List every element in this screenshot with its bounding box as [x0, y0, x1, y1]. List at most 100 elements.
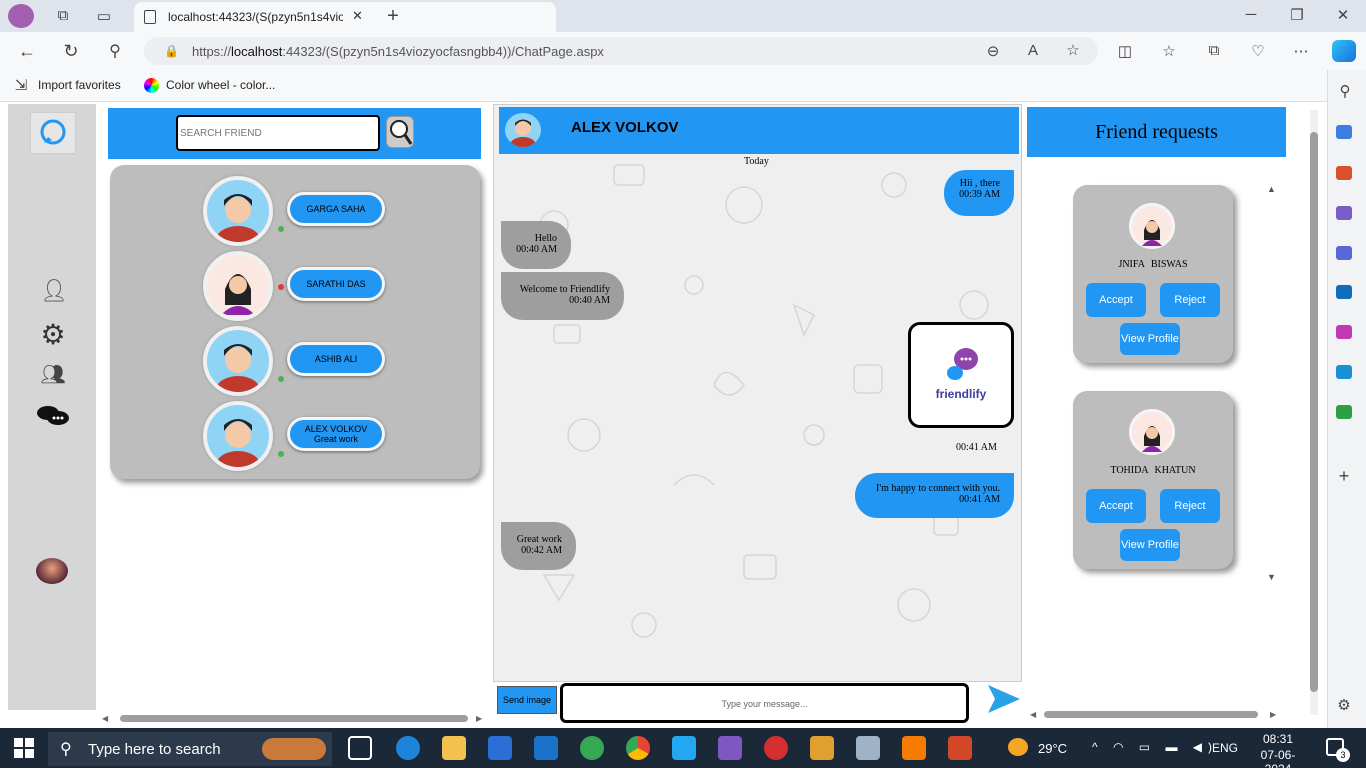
xampp-icon[interactable] [902, 736, 926, 760]
visual-studio-icon[interactable] [718, 736, 742, 760]
recorder-icon[interactable] [764, 736, 788, 760]
friend-name: ALEX VOLKOV [304, 424, 368, 434]
shopping-icon[interactable] [1336, 125, 1352, 139]
edge-taskbar-icon[interactable] [396, 736, 420, 760]
new-tab-icon[interactable]: + [382, 5, 404, 28]
add-sidebar-icon[interactable]: + [1333, 466, 1355, 487]
friend-avatar[interactable] [203, 176, 273, 246]
requests-scroll-down-icon[interactable]: ▼ [1267, 572, 1276, 582]
send-image-button[interactable]: Send image [497, 686, 557, 714]
collections-icon[interactable]: ⧉ [1203, 42, 1225, 59]
clock-time[interactable]: 08:31 [1248, 732, 1308, 746]
status-dot [278, 284, 284, 290]
send-icon[interactable] [1336, 365, 1352, 379]
file-explorer-icon[interactable] [442, 736, 466, 760]
send-icon[interactable] [986, 683, 1022, 715]
store-icon[interactable] [488, 736, 512, 760]
copilot-icon[interactable] [1332, 40, 1356, 62]
workspaces-icon[interactable]: ⧉ [52, 7, 74, 24]
message-input[interactable]: Type your message... [560, 683, 969, 723]
chrome-icon[interactable] [626, 736, 650, 760]
favorite-star-icon[interactable]: ☆ [1062, 41, 1084, 59]
reject-button[interactable]: Reject [1160, 489, 1220, 523]
active-tab[interactable]: localhost:44323/(S(pzyn5n1s4vio ✕ [134, 2, 556, 32]
friend-avatar[interactable] [203, 251, 273, 321]
favorite-import[interactable]: Import favorites [38, 78, 121, 92]
profile-nav-icon[interactable]: 👤︎ [40, 278, 68, 304]
page-scrollbar-thumb[interactable] [1310, 132, 1318, 692]
more-menu-icon[interactable]: ⋯ [1290, 42, 1312, 60]
mail-icon[interactable] [534, 736, 558, 760]
tree-icon[interactable] [1336, 405, 1352, 419]
favorites-icon[interactable]: ☆ [1158, 42, 1180, 60]
requester-avatar [1129, 409, 1175, 455]
profile-icon[interactable] [8, 4, 34, 28]
view-profile-button[interactable]: View Profile [1120, 529, 1180, 561]
notification-count: 3 [1336, 748, 1350, 762]
close-tab-icon[interactable]: ✕ [352, 8, 363, 24]
system-tray-icons[interactable]: ^ ◠ ▭ ▬ ◀) [1092, 740, 1218, 754]
close-window-icon[interactable]: ✕ [1332, 6, 1354, 24]
tools-icon[interactable] [1336, 166, 1352, 180]
read-aloud-icon[interactable]: A [1022, 42, 1044, 59]
task-view-icon[interactable] [348, 736, 372, 760]
url-text[interactable]: https://localhost:44323/(S(pzyn5n1s4vioz… [192, 44, 604, 59]
clock-date[interactable]: 07-06-2024 [1248, 748, 1308, 776]
view-profile-button[interactable]: View Profile [1120, 323, 1180, 355]
sidebar-search-icon[interactable]: ⚲ [1334, 82, 1356, 100]
address-bar[interactable]: 🔒 https://localhost:44323/(S(pzyn5n1s4vi… [144, 37, 1098, 65]
search-icon[interactable]: ⚲ [104, 41, 126, 61]
m365-icon[interactable] [1336, 246, 1352, 260]
status-dot [278, 451, 284, 457]
settings-nav-icon[interactable]: ⚙ [37, 318, 69, 351]
restore-icon[interactable]: ❐ [1286, 6, 1308, 24]
accept-button[interactable]: Accept [1086, 283, 1146, 317]
friend-name-button[interactable]: ALEX VOLKOV Great work [287, 417, 385, 451]
minimize-icon[interactable]: ─ [1240, 6, 1262, 23]
search-button[interactable] [386, 116, 414, 148]
contacts-hscroll[interactable]: ◀ ▶ [102, 714, 485, 723]
performance-icon[interactable]: ♡ [1247, 42, 1269, 60]
cube-icon[interactable] [856, 736, 880, 760]
back-icon[interactable]: ← [16, 41, 38, 62]
weather-icon[interactable] [1008, 738, 1028, 756]
friend-name-button[interactable]: ASHIB ALI [287, 342, 385, 376]
chat-contact-name: ALEX VOLKOV [571, 119, 679, 136]
user-avatar[interactable] [36, 558, 68, 584]
color-wheel-icon [144, 78, 159, 93]
outlook-icon[interactable] [1336, 285, 1352, 299]
search-friend-input[interactable] [176, 115, 380, 151]
windows-start-icon[interactable] [14, 738, 34, 758]
designer-icon[interactable] [1336, 325, 1352, 339]
friend-name-button[interactable]: GARGA SAHA [287, 192, 385, 226]
language-indicator[interactable]: ENG [1212, 741, 1238, 755]
chrome-dev-icon[interactable] [580, 736, 604, 760]
add-friend-nav-icon[interactable]: 👥︎ [40, 362, 66, 387]
friend-avatar[interactable] [203, 326, 273, 396]
taskbar-search-icon: ⚲ [60, 741, 72, 758]
search-highlight-icon[interactable] [262, 738, 326, 760]
requests-scroll-up-icon[interactable]: ▲ [1267, 184, 1276, 194]
reject-button[interactable]: Reject [1160, 283, 1220, 317]
tool-icon[interactable] [810, 736, 834, 760]
requests-hscroll[interactable]: ◀ ▶ [1030, 710, 1280, 719]
requester-name: TOHIDA KHATUN [1110, 465, 1196, 476]
zoom-icon[interactable]: ⊖ [982, 42, 1004, 60]
friend-avatar[interactable] [203, 401, 273, 471]
games-icon[interactable] [1336, 206, 1352, 220]
refresh-icon[interactable]: ↻ [60, 41, 82, 62]
settings-icon[interactable]: ⚙ [1333, 696, 1355, 714]
tab-actions-icon[interactable]: ▭ [93, 7, 115, 25]
favorite-color-wheel[interactable]: Color wheel - color... [166, 78, 275, 92]
lock-icon[interactable]: 🔒 [164, 44, 179, 58]
accept-button[interactable]: Accept [1086, 489, 1146, 523]
vscode-icon[interactable] [672, 736, 696, 760]
friend-name: GARGA SAHA [306, 204, 366, 214]
split-screen-icon[interactable]: ◫ [1114, 42, 1136, 60]
image-message[interactable]: friendlify [908, 322, 1014, 428]
chat-nav-icon[interactable] [36, 404, 70, 428]
friend-last-message: Great work [313, 434, 358, 444]
friend-name-button[interactable]: SARATHI DAS [287, 267, 385, 301]
powerpoint-icon[interactable] [948, 736, 972, 760]
weather-temp: 29°C [1038, 741, 1068, 756]
